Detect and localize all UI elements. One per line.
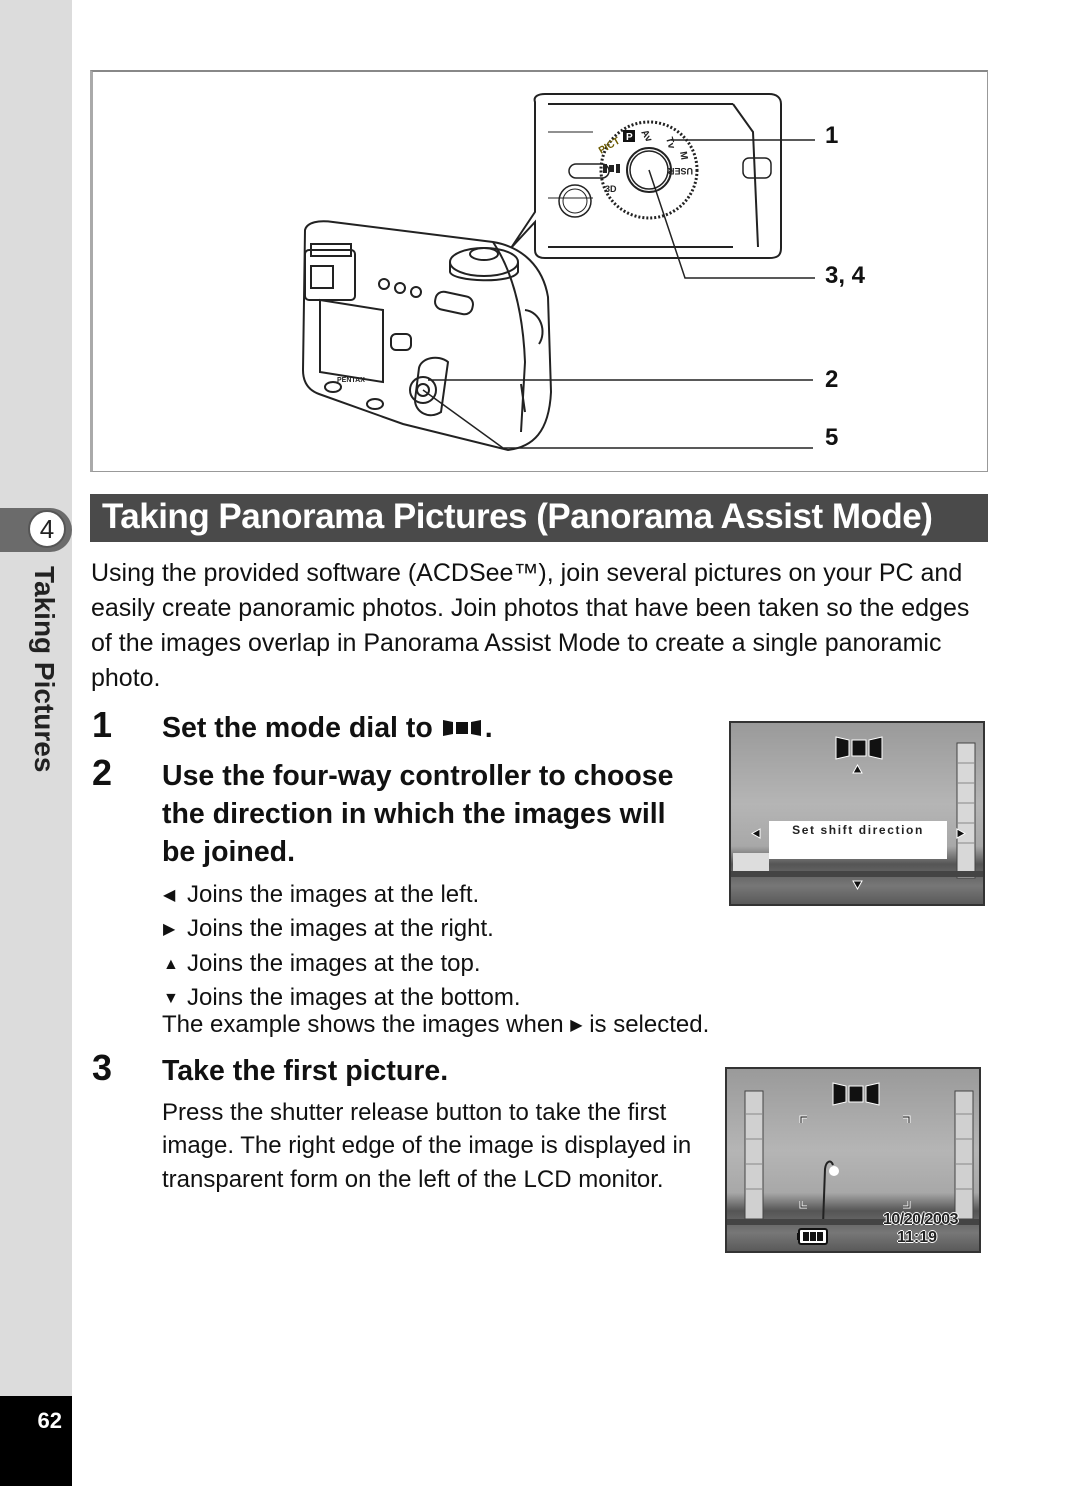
callout-5: 5 (825, 424, 839, 451)
section-title: Taking Panorama Pictures (Panorama Assis… (90, 494, 988, 542)
lcd-message: Set shift direction (792, 823, 924, 837)
panorama-mode-icon (832, 1082, 880, 1106)
down-arrow-icon (852, 880, 863, 891)
step-1-period: . (484, 712, 493, 744)
lcd-scene (731, 736, 983, 891)
direction-item-right: ▶ Joins the images at the right. (163, 912, 521, 946)
step-2-heading: Use the four-way controller to choose th… (162, 760, 674, 868)
direction-item-top: ▲ Joins the images at the top. (163, 947, 521, 981)
direction-text: Joins the images at the left. (187, 881, 480, 908)
focus-frame-icon (799, 1115, 911, 1209)
callout-1: 1 (825, 122, 839, 149)
panorama-mode-icon (835, 736, 883, 760)
camera-diagram: PENTAX P Av Tv M USER PICT 3D 1 3, 4 2 5 (90, 70, 988, 472)
battery-icon (797, 1228, 828, 1245)
step-1-number: 1 (92, 704, 113, 745)
step-1-text: Set the mode dial to (162, 712, 433, 744)
svg-text:Tv: Tv (663, 136, 677, 151)
lcd-message-box: Set shift direction (769, 821, 947, 859)
svg-text:PICT: PICT (597, 136, 622, 157)
step-3-body: Press the shutter release button to take… (162, 1099, 692, 1193)
example-text-after: is selected. (589, 1011, 710, 1038)
chapter-number: 4 (28, 510, 66, 548)
panorama-mode-icon (442, 720, 481, 736)
step-3-number: 3 (92, 1047, 113, 1088)
direction-item-left: ◀ Joins the images at the left. (163, 878, 521, 912)
svg-text:P: P (626, 132, 633, 143)
step-2-number: 2 (92, 752, 113, 793)
chapter-title: Taking Pictures (29, 566, 60, 773)
direction-text: Joins the images at the top. (187, 949, 481, 977)
direction-list: ◀ Joins the images at the left. ▶ Joins th… (163, 878, 521, 1015)
svg-text:USER: USER (667, 166, 693, 176)
left-arrow-icon: ◀ (163, 887, 176, 904)
direction-text: Joins the images at the bottom. (187, 983, 521, 1011)
up-arrow-icon (852, 763, 863, 774)
step-3-heading: Take the first picture. (162, 1055, 449, 1087)
page-number: 62 (37, 1408, 62, 1433)
svg-text:Av: Av (638, 128, 654, 145)
up-arrow-icon: ▲ (163, 955, 179, 973)
lcd-time: 11:19 (897, 1229, 938, 1246)
lcd-screenshot-shift-direction: Set shift direction (729, 721, 985, 906)
left-arrow-icon (750, 828, 761, 839)
intro-paragraph: Using the provided software (ACDSee™), j… (91, 559, 970, 692)
lcd-date: 10/20/2003 (883, 1211, 959, 1228)
lcd-screenshot-first-picture: 10/20/2003 11:19 (725, 1067, 981, 1253)
callout-2: 2 (825, 366, 839, 393)
right-arrow-icon: ▶ (163, 921, 176, 939)
svg-text:3D: 3D (605, 184, 617, 194)
example-note: The example shows the images when ▶ is s… (162, 1011, 709, 1039)
direction-text: Joins the images at the right. (187, 915, 494, 943)
step-1-heading: Set the mode dial to . (162, 709, 493, 747)
callout-3-4: 3, 4 (825, 262, 866, 289)
example-text-before: The example shows the images when (162, 1011, 564, 1038)
svg-text:M: M (677, 151, 689, 161)
right-arrow-icon: ▶ (570, 1017, 583, 1034)
camera-brand: PENTAX (337, 377, 365, 384)
